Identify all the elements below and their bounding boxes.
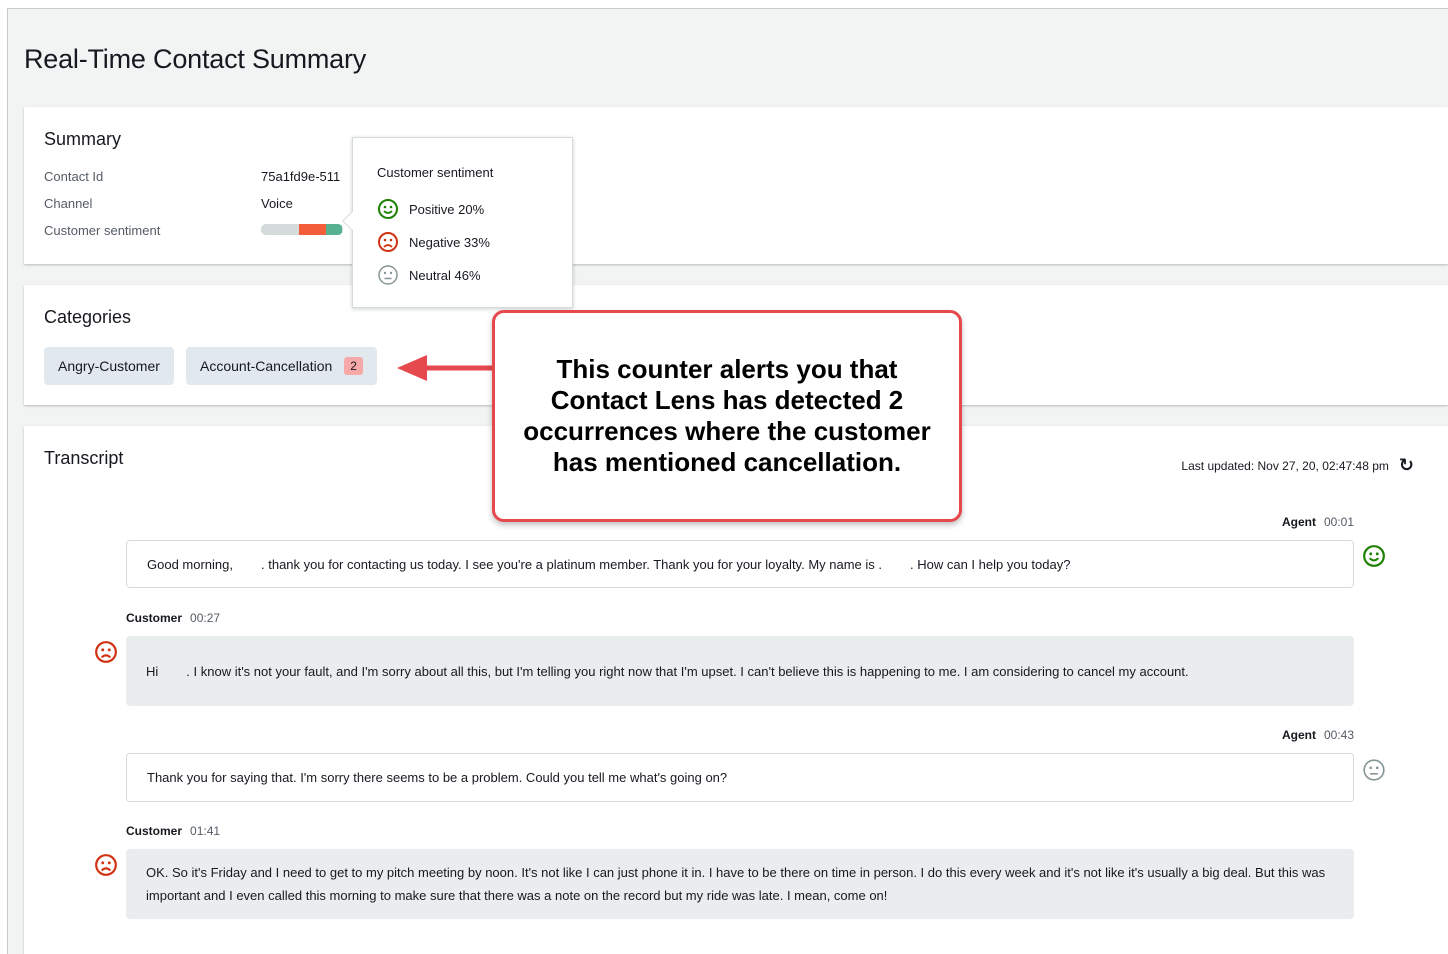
contact-id-label: Contact Id [44, 169, 104, 184]
summary-heading: Summary [44, 129, 122, 149]
message-meta: Customer 01:41 [126, 824, 220, 838]
popover-title: Customer sentiment [377, 165, 494, 180]
message-text: Good morning,. thank you for contacting … [147, 556, 1071, 572]
neutral-face-icon [1363, 759, 1385, 781]
page-title: Real-Time Contact Summary [24, 44, 367, 74]
contact-id-value: 75a1fd9e-511 [261, 169, 341, 184]
frown-icon [378, 232, 398, 252]
popover-row-positive: Positive 20% [377, 198, 484, 220]
message-meta: Agent 00:43 [1282, 728, 1354, 742]
popover-row-negative: Negative 33% [377, 231, 490, 253]
sentiment-bar-positive [325, 224, 343, 235]
message-text: Thank you for saying that. I'm sorry the… [147, 770, 728, 785]
customer-sentiment-bar[interactable] [261, 224, 343, 235]
popover-row-neutral: Neutral 46% [377, 264, 481, 286]
message-text: OK. So it's Friday and I need to get to … [146, 865, 1326, 903]
callout-arrow [397, 355, 493, 381]
annotation-callout: This counter alerts you that Contact Len… [492, 310, 962, 522]
popover-row-label: Negative 33% [409, 234, 490, 250]
frown-icon [95, 854, 117, 876]
neutral-face-icon [378, 265, 398, 285]
speaker-name: Customer [126, 611, 183, 625]
transcript-heading: Transcript [44, 448, 124, 468]
message-time: 00:01 [1323, 515, 1354, 529]
chip-label: Account-Cancellation [200, 358, 333, 374]
transcript-message-customer: OK. So it's Friday and I need to get to … [126, 849, 1354, 919]
sentiment-bar-neutral [261, 224, 299, 235]
categories-heading: Categories [44, 307, 132, 327]
transcript-message-customer: Hi. I know it's not your fault, and I'm … [126, 636, 1354, 706]
speaker-name: Agent [1281, 728, 1316, 742]
channel-label: Channel [44, 196, 93, 211]
last-updated: Last updated: Nov 27, 20, 02:47:48 pm ↻ [1181, 455, 1414, 476]
category-chip-account-cancellation[interactable]: Account-Cancellation 2 [186, 347, 377, 385]
frown-icon [95, 641, 117, 663]
message-time: 01:41 [190, 824, 221, 838]
last-updated-text: Last updated: Nov 27, 20, 02:47:48 pm [1181, 458, 1389, 473]
message-meta: Agent 00:01 [1282, 515, 1354, 529]
speaker-name: Agent [1281, 515, 1316, 529]
speaker-name: Customer [126, 824, 183, 838]
channel-value: Voice [261, 196, 293, 211]
message-text: Hi. I know it's not your fault, and I'm … [146, 663, 1189, 679]
category-chip-angry-customer[interactable]: Angry-Customer [44, 347, 174, 385]
popover-row-label: Positive 20% [409, 201, 485, 217]
smile-icon [378, 199, 398, 219]
transcript-message-agent: Thank you for saying that. I'm sorry the… [126, 753, 1354, 802]
callout-text: This counter alerts you that Contact Len… [523, 354, 931, 477]
message-time: 00:27 [190, 611, 221, 625]
message-time: 00:43 [1323, 728, 1354, 742]
sentiment-popover: Customer sentiment Positive 20% Negative… [342, 137, 573, 308]
chip-label: Angry-Customer [58, 358, 160, 374]
smile-icon [1363, 545, 1385, 567]
refresh-icon[interactable]: ↻ [1399, 455, 1414, 476]
summary-panel: Summary Contact Id 75a1fd9e-511 Channel … [24, 107, 1448, 264]
occurrence-count-badge: 2 [344, 357, 363, 375]
message-meta: Customer 00:27 [126, 611, 220, 625]
sentiment-bar-negative [298, 224, 326, 235]
transcript-message-agent: Good morning,. thank you for contacting … [126, 540, 1354, 588]
popover-row-label: Neutral 46% [409, 267, 481, 283]
customer-sentiment-label: Customer sentiment [44, 223, 161, 238]
